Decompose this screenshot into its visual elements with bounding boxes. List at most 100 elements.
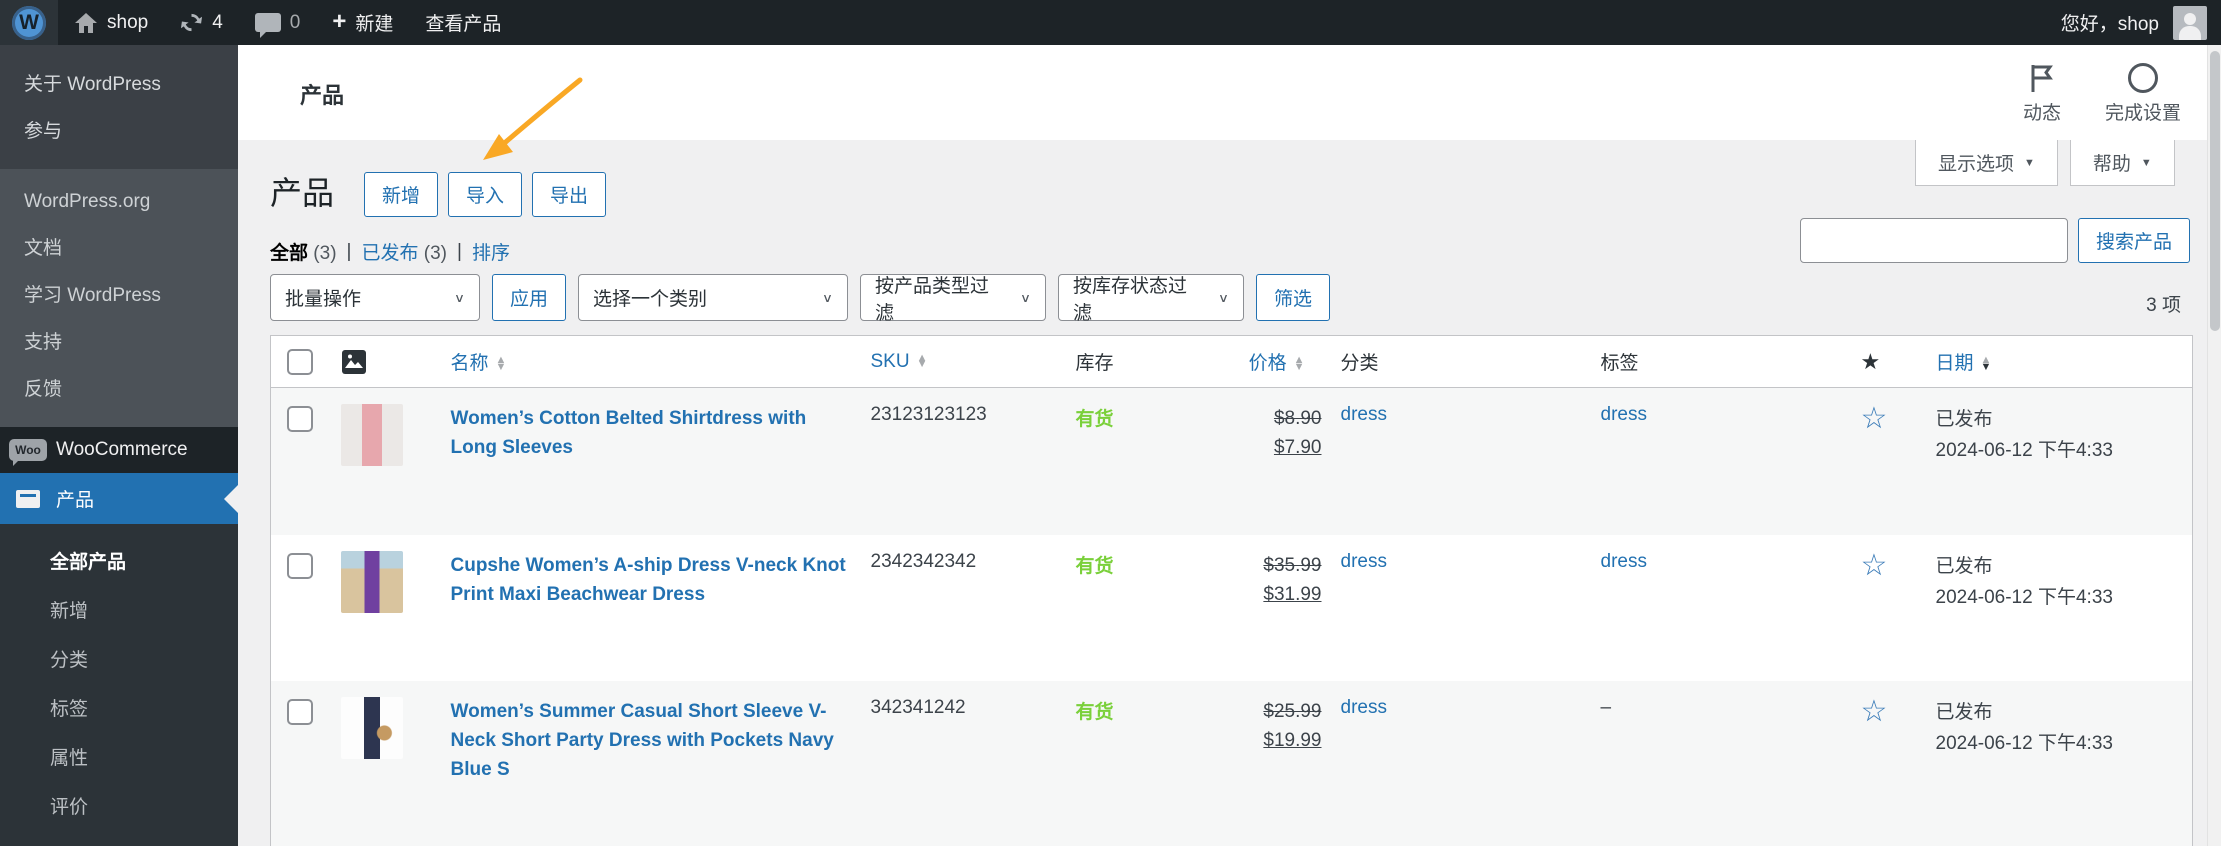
admin-bar: W shop 4 0 + 新建 查看产品 您好，shop (0, 0, 2221, 45)
chevron-down-icon: ∨ (454, 291, 465, 305)
help-tab[interactable]: 帮助 ▼ (2069, 140, 2175, 186)
apply-button[interactable]: 应用 (492, 274, 567, 321)
search-input[interactable] (1800, 218, 2068, 263)
product-thumbnail[interactable] (340, 404, 403, 466)
export-button[interactable]: 导出 (532, 172, 607, 217)
setup-progress-icon (2127, 63, 2158, 93)
chevron-down-icon: ∨ (1020, 291, 1032, 305)
search-products-button[interactable]: 搜索产品 (2078, 218, 2191, 263)
category-link[interactable]: dress (1341, 551, 1387, 572)
submenu-tags[interactable]: 标签 (0, 683, 238, 732)
sort-by-price[interactable]: 价格 (1249, 353, 1287, 374)
table-header-row: 名称 ▲ ▼ SKU ▲ ▼ 库存 价格 ▲ ▼ 分类 标签 ★ 日期 ▲ ▼ (270, 335, 2193, 388)
sort-arrows-icon: ▲ ▼ (1293, 354, 1305, 373)
updates-link[interactable]: 4 (164, 0, 239, 45)
publish-date: 2024-06-12 下午4:33 (1935, 732, 2113, 754)
category-link[interactable]: dress (1341, 697, 1387, 718)
featured-star-toggle[interactable]: ☆ (1861, 549, 1888, 582)
add-new-button[interactable]: 新增 (364, 172, 439, 217)
product-type-filter-select[interactable]: 按产品类型过滤 ∨ (860, 274, 1047, 324)
stock-status-filter-select[interactable]: 按库存状态过滤 ∨ (1058, 274, 1245, 324)
price-new: $19.99 (1263, 729, 1322, 751)
site-name-label: shop (107, 11, 149, 33)
avatar[interactable] (2173, 5, 2207, 40)
scrollbar-thumb[interactable] (2210, 51, 2220, 331)
category-filter-select[interactable]: 选择一个类别 ∨ (578, 274, 849, 321)
chevron-down-icon: ▼ (2140, 156, 2152, 169)
product-thumbnail[interactable] (340, 550, 403, 613)
submenu-categories[interactable]: 分类 (0, 634, 238, 683)
products-label: 产品 (56, 490, 95, 511)
view-product-link[interactable]: 查看产品 (409, 0, 517, 45)
column-stock: 库存 (1075, 353, 1114, 374)
view-sorting[interactable]: 排序 (472, 238, 510, 265)
finish-setup-label: 完成设置 (2104, 103, 2181, 124)
sort-by-date[interactable]: 日期 (1936, 353, 1974, 374)
activity-button[interactable]: 动态 (2023, 63, 2061, 125)
price-old: $35.99 (1263, 554, 1322, 576)
product-thumbnail[interactable] (340, 696, 403, 759)
column-category: 分类 (1340, 353, 1379, 374)
product-sku: 342341242 (870, 696, 966, 718)
column-tag: 标签 (1600, 353, 1639, 374)
sort-by-name[interactable]: 名称 (451, 353, 489, 374)
price-old: $25.99 (1263, 700, 1322, 722)
comments-link[interactable]: 0 (239, 0, 317, 45)
plus-icon: + (332, 7, 347, 35)
featured-star-toggle[interactable]: ☆ (1861, 402, 1888, 435)
sort-arrows-icon: ▲ ▼ (916, 351, 928, 371)
view-published[interactable]: 已发布 (3) (361, 238, 447, 265)
wp-logo-menu-secondary: WordPress.org 文档 学习 WordPress 支持 反馈 (0, 169, 238, 427)
tag-link[interactable]: dress (1601, 404, 1647, 425)
filter-button[interactable]: 筛选 (1256, 274, 1331, 321)
import-button[interactable]: 导入 (448, 172, 523, 217)
menu-about-wordpress[interactable]: 关于 WordPress (0, 59, 238, 106)
submenu-all-products[interactable]: 全部产品 (0, 536, 238, 585)
view-all[interactable]: 全部 (3) (270, 238, 337, 265)
sort-by-sku[interactable]: SKU (871, 351, 910, 372)
wordpress-logo-menu[interactable]: W (0, 0, 58, 45)
product-name-link[interactable]: Cupshe Women’s A-ship Dress V-neck Knot … (451, 551, 851, 610)
screen-options-tab[interactable]: 显示选项 ▼ (1915, 140, 2058, 186)
row-checkbox[interactable] (287, 406, 313, 432)
wordpress-logo-icon: W (12, 5, 46, 40)
menu-get-involved[interactable]: 参与 (0, 106, 238, 153)
menu-feedback[interactable]: 反馈 (0, 364, 238, 411)
row-checkbox[interactable] (287, 552, 313, 579)
products-table: 名称 ▲ ▼ SKU ▲ ▼ 库存 价格 ▲ ▼ 分类 标签 ★ 日期 ▲ ▼ Women’s … (270, 335, 2193, 846)
woocommerce-icon: Woo (9, 439, 47, 466)
publish-status: 已发布 (1935, 555, 1993, 577)
bulk-actions-select[interactable]: 批量操作 ∨ (270, 274, 480, 321)
submenu-attributes[interactable]: 属性 (0, 732, 238, 781)
menu-wordpress-org[interactable]: WordPress.org (0, 181, 238, 223)
product-row: Women’s Summer Casual Short Sleeve V-Nec… (270, 680, 2193, 846)
submenu-reviews[interactable]: 评价 (0, 781, 238, 830)
list-views: 全部 (3) | 已发布 (3) | 排序 (270, 238, 510, 265)
home-icon (75, 12, 97, 33)
select-all-checkbox[interactable] (287, 348, 313, 375)
site-name-link[interactable]: shop (58, 0, 164, 45)
sidebar-item-products[interactable]: 产品 (0, 473, 238, 524)
menu-documentation[interactable]: 文档 (0, 223, 238, 270)
row-checkbox[interactable] (287, 698, 313, 725)
wp-logo-menu-primary: 关于 WordPress 参与 (0, 45, 238, 169)
tag-link[interactable]: dress (1601, 551, 1647, 572)
header-screen-title: 产品 (300, 83, 345, 108)
sidebar-item-woocommerce[interactable]: Woo WooCommerce (0, 427, 238, 473)
category-link[interactable]: dress (1341, 404, 1387, 425)
page-title: 产品 (270, 175, 335, 211)
new-content-menu[interactable]: + 新建 (316, 0, 409, 45)
finish-setup-button[interactable]: 完成设置 (2105, 63, 2181, 125)
menu-learn-wordpress[interactable]: 学习 WordPress (0, 270, 238, 317)
featured-star-toggle[interactable]: ☆ (1861, 695, 1888, 728)
product-row: Women’s Cotton Belted Shirtdress with Lo… (270, 387, 2193, 535)
menu-support[interactable]: 支持 (0, 317, 238, 364)
chevron-down-icon: ▼ (2024, 156, 2035, 169)
account-greeting[interactable]: 您好，shop (2061, 9, 2159, 36)
browser-scrollbar[interactable] (2207, 45, 2221, 846)
product-name-link[interactable]: Women’s Cotton Belted Shirtdress with Lo… (451, 404, 851, 463)
comment-count: 0 (289, 11, 301, 33)
publish-date: 2024-06-12 下午4:33 (1935, 440, 2113, 462)
product-name-link[interactable]: Women’s Summer Casual Short Sleeve V-Nec… (451, 697, 851, 785)
submenu-add-new[interactable]: 新增 (0, 585, 238, 634)
